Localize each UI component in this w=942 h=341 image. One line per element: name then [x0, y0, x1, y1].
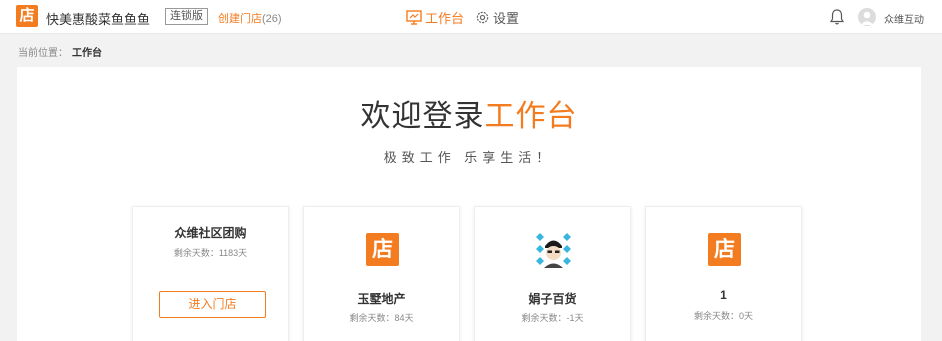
welcome-accent: 工作台	[484, 100, 578, 133]
nav-workbench[interactable]: 工作台	[406, 8, 464, 27]
store-card[interactable]: 店 玉墅地产 剩余天数：84天	[303, 206, 460, 341]
store-card[interactable]: 娟子百货 剩余天数：-1天	[474, 206, 631, 341]
breadcrumb: 当前位置： 工作台	[18, 44, 102, 59]
store-count: (26)	[262, 13, 282, 25]
store-remaining-days: 剩余天数：0天	[693, 311, 753, 321]
slogan: 极致工作 乐享生活！	[383, 150, 555, 165]
brand-name: 快美惠酸菜鱼鱼鱼	[46, 12, 151, 27]
welcome-prefix: 欢迎登录	[360, 100, 485, 133]
user-icon	[860, 11, 874, 25]
store-card[interactable]: 众维社区团购 剩余天数：1183天 进入门店	[132, 206, 289, 341]
store-remaining-days: 剩余天数：84天	[349, 313, 414, 323]
store-logo-icon: 店	[16, 5, 38, 27]
store-icon: 店	[366, 233, 399, 266]
nav-settings-label: 设置	[493, 11, 520, 26]
breadcrumb-prefix: 当前位置：	[18, 48, 68, 59]
nav-workbench-label: 工作台	[425, 11, 465, 26]
username[interactable]: 众维互动	[884, 11, 924, 26]
store-remaining-days: 剩余天数：-1天	[521, 313, 584, 323]
edition-badge: 连锁版	[165, 8, 208, 25]
monitor-icon	[406, 10, 422, 25]
create-store-link[interactable]: 创建门店(26)	[218, 10, 282, 26]
gear-icon	[476, 11, 489, 24]
breadcrumb-current: 工作台	[72, 48, 102, 59]
welcome-title: 欢迎登录工作台	[17, 91, 921, 135]
main-panel: 欢迎登录工作台 极致工作 乐享生活！ 众维社区团购 剩余天数：1183天 进入门…	[17, 67, 921, 341]
user-avatar[interactable]	[858, 8, 876, 26]
store-name: 1	[720, 288, 727, 302]
top-bar: 店 快美惠酸菜鱼鱼鱼 连锁版 创建门店(26) 工作台 设置 众维互动	[0, 0, 942, 34]
store-remaining-days: 剩余天数：1183天	[173, 248, 248, 258]
enter-store-button[interactable]: 进入门店	[159, 291, 266, 318]
store-name: 众维社区团购	[174, 226, 247, 240]
store-icon: 店	[708, 233, 741, 266]
store-name: 玉墅地产	[357, 292, 406, 306]
store-card[interactable]: 店 1 剩余天数：0天	[645, 206, 802, 341]
store-name: 娟子百货	[528, 292, 577, 306]
photo-avatar	[536, 233, 571, 268]
nav-settings[interactable]: 设置	[475, 8, 519, 27]
bell-icon[interactable]	[829, 8, 845, 26]
create-store-label: 创建门店	[218, 13, 262, 25]
